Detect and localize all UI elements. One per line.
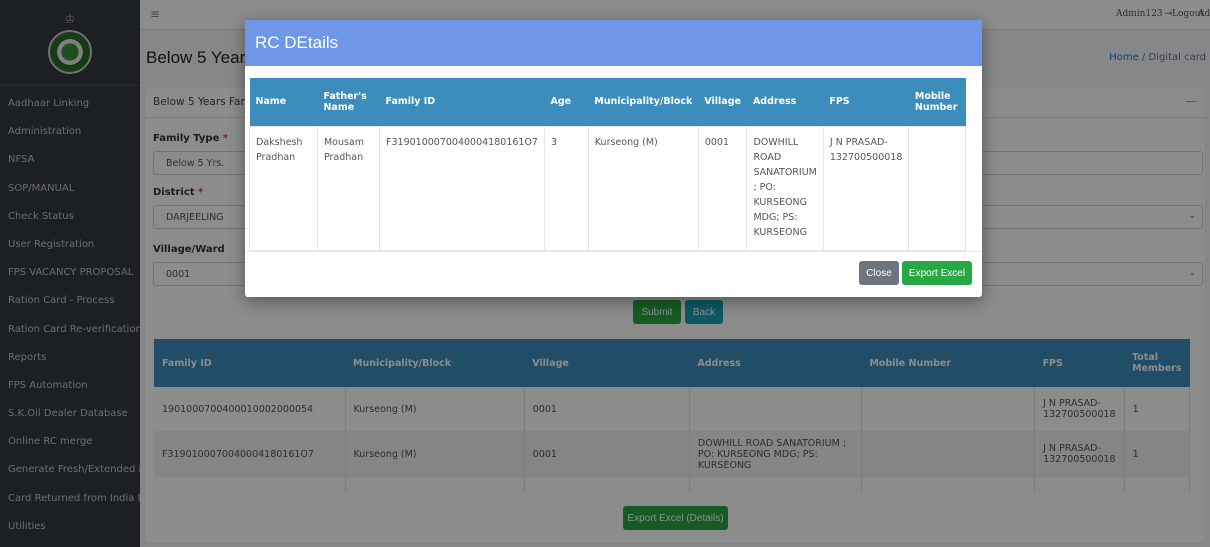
cell-age: 3 — [543, 125, 589, 251]
column-header: Father's Name — [317, 78, 380, 126]
column-header: Municipality/Block — [588, 78, 699, 126]
column-header: Address — [746, 78, 824, 126]
export-excel-button[interactable]: Export Excel — [902, 261, 972, 285]
column-header: Village — [698, 78, 747, 126]
rc-details-table: Name Father's Name Family ID Age Municip… — [249, 78, 966, 251]
cell-family-id: F3190100070040004180161O7 — [379, 125, 545, 251]
column-header: Family ID — [379, 78, 545, 126]
column-header: Age — [544, 78, 589, 126]
cell-mobile — [908, 125, 966, 251]
column-header: FPS — [823, 78, 909, 126]
cell-village: 0001 — [697, 125, 748, 251]
modal-header: RC DEtails — [245, 20, 982, 66]
table-header-row: Name Father's Name Family ID Age Municip… — [249, 78, 966, 126]
column-header: Mobile Number — [908, 78, 966, 126]
close-button[interactable]: Close — [859, 261, 899, 285]
cell-address: DOWHILL ROAD SANATORIUM ; PO: KURSEONG M… — [746, 125, 824, 251]
rc-details-modal: RC DEtails Name Father's Name Family ID … — [245, 20, 982, 297]
cell-name: Dakshesh Pradhan — [249, 125, 318, 251]
modal-footer: Close Export Excel — [245, 251, 982, 297]
column-header: Name — [249, 78, 318, 126]
cell-fps: J N PRASAD-132700500018 — [822, 125, 910, 251]
table-row[interactable]: Dakshesh Pradhan Mousam Pradhan F3190100… — [249, 125, 966, 251]
cell-fathers-name: Mousam Pradhan — [316, 125, 381, 251]
modal-title: RC DEtails — [255, 33, 339, 52]
cell-municipality: Kurseong (M) — [587, 125, 699, 251]
